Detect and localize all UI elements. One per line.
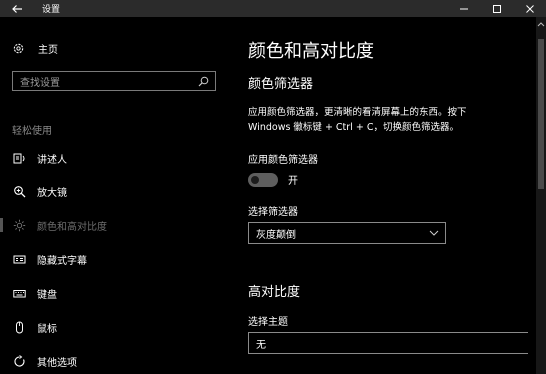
title-bar: 设置 [0, 0, 546, 17]
home-nav-item[interactable]: 主页 [12, 41, 58, 56]
sidebar-item-other-options[interactable]: 其他选项 [0, 351, 228, 371]
sidebar-item-label: 键盘 [37, 289, 57, 301]
choose-theme-label: 选择主题 [248, 317, 288, 328]
minimize-icon [459, 8, 468, 9]
narrator-icon [12, 151, 26, 165]
sidebar-item-label: 颜色和高对比度 [37, 221, 107, 233]
search-field[interactable]: 查找设置 [12, 71, 216, 91]
gear-icon [13, 43, 24, 54]
close-icon [525, 4, 534, 13]
select-filter-label: 选择筛选器 [248, 207, 298, 218]
magnifier-icon [12, 184, 26, 198]
close-button[interactable] [513, 0, 546, 17]
description-line: Windows 徽标键 + Ctrl + C，切换颜色筛选器。 [248, 122, 459, 133]
scroll-up-icon [537, 21, 545, 26]
sidebar-item-label: 放大镜 [37, 187, 67, 199]
brightness-icon [12, 218, 26, 232]
toggle-state-label: 开 [288, 176, 298, 187]
search-icon[interactable] [198, 76, 209, 87]
maximize-button[interactable] [480, 0, 513, 17]
home-label: 主页 [38, 45, 58, 56]
apply-filter-toggle[interactable] [248, 172, 278, 187]
dropdown-value: 灰度颠倒 [256, 229, 296, 241]
scroll-thumb[interactable] [538, 39, 544, 189]
scroll-up-button[interactable] [536, 19, 546, 29]
high-contrast-heading: 高对比度 [248, 285, 301, 300]
description-line: 应用颜色筛选器，更清晰的看清屏幕上的东西。按下 [248, 107, 467, 118]
sidebar-item-narrator[interactable]: 讲述人 [0, 148, 228, 168]
section-label: 轻松使用 [12, 126, 52, 137]
search-input[interactable]: 查找设置 [20, 74, 60, 89]
window-title: 设置 [42, 5, 61, 15]
sidebar: 主页 查找设置 轻松使用 讲述人 放大镜 颜色和高对比度 隐藏式字幕 键盘 鼠标… [0, 17, 228, 374]
main-content: 颜色和高对比度 颜色筛选器 应用颜色筛选器，更清晰的看清屏幕上的东西。按下 Wi… [248, 17, 534, 374]
scrollbar[interactable] [536, 17, 546, 374]
back-button[interactable] [0, 0, 34, 17]
sidebar-item-label: 隐藏式字幕 [37, 255, 87, 267]
apply-filter-label: 应用颜色筛选器 [248, 155, 318, 166]
toggle-knob [251, 175, 259, 184]
filter-dropdown[interactable]: 灰度颠倒 [248, 222, 446, 244]
apply-filter-toggle-row: 开 [248, 172, 298, 187]
mouse-icon [12, 320, 26, 334]
maximize-icon [492, 4, 501, 13]
sidebar-item-label: 其他选项 [37, 357, 77, 369]
back-arrow-icon [12, 4, 22, 13]
theme-dropdown[interactable]: 无 [248, 332, 528, 354]
chevron-down-icon [429, 230, 439, 236]
color-filter-description: 应用颜色筛选器，更清晰的看清屏幕上的东西。按下 Windows 徽标键 + Ct… [248, 105, 528, 135]
sidebar-item-mouse[interactable]: 鼠标 [0, 317, 228, 337]
sidebar-item-magnifier[interactable]: 放大镜 [0, 181, 228, 201]
color-filter-heading: 颜色筛选器 [248, 77, 314, 92]
keyboard-icon [12, 286, 26, 300]
other-options-icon [12, 354, 26, 368]
sidebar-item-keyboard[interactable]: 键盘 [0, 283, 228, 303]
sidebar-item-color-high-contrast[interactable]: 颜色和高对比度 [0, 215, 228, 235]
sidebar-item-label: 鼠标 [37, 323, 57, 335]
closed-captions-icon [12, 252, 26, 266]
selection-indicator [0, 218, 3, 232]
sidebar-item-label: 讲述人 [37, 154, 67, 166]
dropdown-value: 无 [256, 339, 266, 351]
minimize-button[interactable] [447, 0, 480, 17]
sidebar-item-closed-captions[interactable]: 隐藏式字幕 [0, 249, 228, 269]
page-title: 颜色和高对比度 [248, 41, 374, 62]
